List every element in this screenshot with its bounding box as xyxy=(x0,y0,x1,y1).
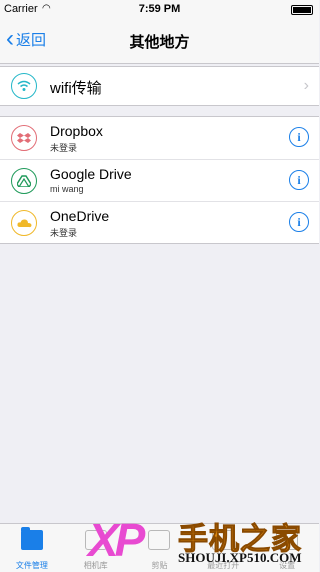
tab-clipboard[interactable]: 剪贴 xyxy=(128,524,192,572)
onedrive-info-button[interactable]: i xyxy=(289,212,309,232)
status-bar: Carrier ◠ 7:59 PM xyxy=(0,0,319,20)
gear-icon xyxy=(276,530,299,550)
tab-bar: 文件管理 相机库 剪贴 最近打开 设置 xyxy=(0,523,319,572)
dropbox-status: 未登录 xyxy=(50,143,78,153)
tab-file-manager[interactable]: 文件管理 xyxy=(0,524,64,572)
tab-label: 最近打开 xyxy=(207,561,240,570)
onedrive-row[interactable]: OneDrive 未登录 i xyxy=(0,201,319,243)
google-drive-account: mi wang xyxy=(50,184,84,194)
tab-recent[interactable]: 最近打开 xyxy=(191,524,255,572)
status-time: 7:59 PM xyxy=(138,3,181,15)
folder-icon xyxy=(20,527,43,550)
wifi-transfer-label: wifi传输 xyxy=(50,80,102,97)
nav-bar: ‹ 返回 其他地方 xyxy=(0,20,319,64)
camera-icon xyxy=(84,530,107,550)
dropbox-label: Dropbox xyxy=(50,123,103,139)
dropbox-info-button[interactable]: i xyxy=(289,127,309,147)
tab-label: 剪贴 xyxy=(151,561,168,570)
google-drive-label: Google Drive xyxy=(50,166,132,182)
onedrive-label: OneDrive xyxy=(50,208,110,224)
wifi-transfer-group: wifi传输 › xyxy=(0,66,319,106)
cloud-services-group: Dropbox 未登录 i Google Drive mi wang i One… xyxy=(0,116,319,244)
google-drive-row[interactable]: Google Drive mi wang i xyxy=(0,159,319,201)
tab-label: 相机库 xyxy=(83,561,108,570)
tab-label: 设置 xyxy=(279,561,296,570)
dropbox-row[interactable]: Dropbox 未登录 i xyxy=(0,117,319,159)
chevron-right-icon: › xyxy=(303,77,309,94)
tab-settings[interactable]: 设置 xyxy=(255,524,319,572)
clock-icon xyxy=(212,530,235,550)
wifi-transfer-row[interactable]: wifi传输 › xyxy=(0,67,319,105)
onedrive-status: 未登录 xyxy=(50,228,78,238)
onedrive-icon xyxy=(11,210,37,236)
dropbox-icon xyxy=(11,125,37,151)
tab-label: 文件管理 xyxy=(15,561,48,570)
clip-icon xyxy=(148,530,171,550)
google-drive-icon xyxy=(11,168,37,194)
wifi-icon xyxy=(11,73,37,99)
tab-camera-roll[interactable]: 相机库 xyxy=(64,524,128,572)
page-title: 其他地方 xyxy=(129,34,190,51)
battery-icon xyxy=(291,5,313,15)
google-drive-info-button[interactable]: i xyxy=(289,170,309,190)
